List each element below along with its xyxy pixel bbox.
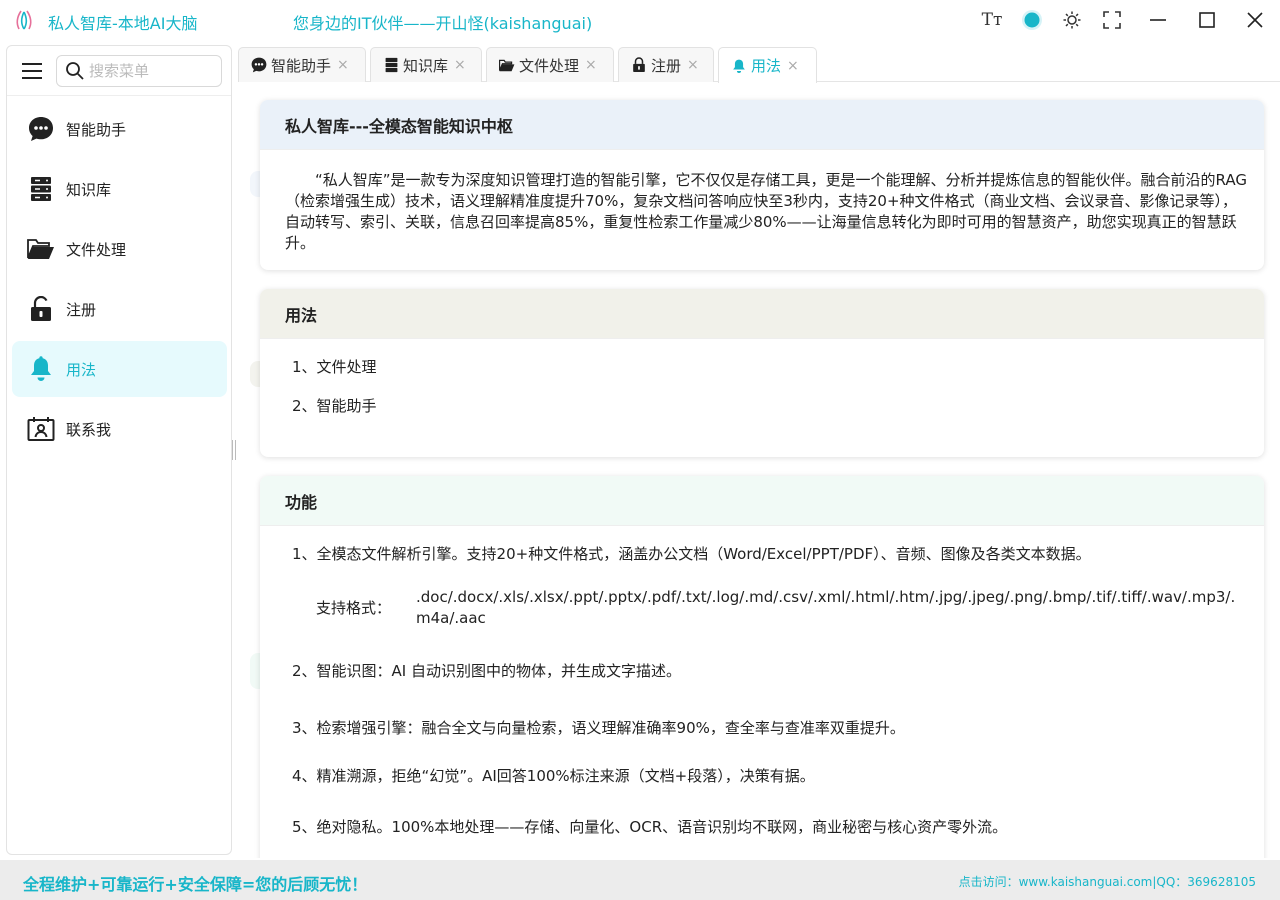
usage-card: 用法 1、文件处理 2、智能助手 — [260, 289, 1264, 457]
app-title: 私人智库-本地AI大脑 — [48, 14, 198, 33]
unlock-icon — [27, 295, 55, 323]
features-card-title: 功能 — [260, 476, 1264, 526]
supported-formats-row: 支持格式： .doc/.docx/.xls/.xlsx/.ppt/.pptx/.… — [292, 587, 1248, 629]
tab-file-processing[interactable]: 文件处理 × — [486, 47, 614, 82]
bell-icon — [731, 58, 747, 74]
tab-close-button[interactable]: × — [687, 57, 699, 73]
tab-usage[interactable]: 用法 × — [718, 47, 817, 83]
lock-icon — [631, 57, 647, 73]
font-size-icon: Tт — [981, 10, 1003, 30]
intro-card: 私人智库---全模态智能知识中枢 “私人智库”是一款专为深度知识管理打造的智能引… — [260, 100, 1264, 270]
minimize-icon — [1150, 19, 1166, 21]
theme-color-icon — [1022, 10, 1042, 30]
fullscreen-icon — [1103, 11, 1121, 29]
theme-color-button[interactable] — [1012, 0, 1052, 40]
server-icon — [27, 175, 55, 203]
sidebar-item-assistant[interactable]: 智能助手 — [12, 101, 227, 157]
main-content: 私人智库---全模态智能知识中枢 “私人智库”是一款专为深度知识管理打造的智能引… — [238, 83, 1280, 858]
maximize-icon — [1199, 12, 1215, 28]
feature-item: 3、检索增强引擎：融合全文与向量检索，语义理解准确率90%，查全率与查准率双重提… — [292, 719, 905, 737]
feature-item: 1、全模态文件解析引擎。支持20+种文件格式，涵盖办公文档（Word/Excel… — [292, 545, 1091, 563]
usage-item: 2、智能助手 — [292, 397, 377, 415]
card-tab-decoration — [250, 361, 260, 387]
tab-close-button[interactable]: × — [337, 57, 349, 73]
sidebar-item-label: 智能助手 — [66, 120, 127, 139]
sidebar-item-contact[interactable]: 联系我 — [12, 401, 227, 457]
menu-toggle-button[interactable] — [21, 60, 43, 82]
feature-item: 5、绝对隐私。100%本地处理——存储、向量化、OCR、语音识别均不联网，商业秘… — [292, 818, 1008, 836]
search-icon — [66, 62, 84, 80]
usage-item: 1、文件处理 — [292, 358, 377, 376]
sidebar-header — [7, 46, 231, 96]
sidebar-item-usage[interactable]: 用法 — [12, 341, 227, 397]
tab-assistant[interactable]: 智能助手 × — [238, 47, 366, 82]
sidebar-resize-handle[interactable] — [232, 440, 236, 460]
window-controls: Tт — [972, 0, 1280, 40]
fullscreen-button[interactable] — [1092, 0, 1132, 40]
tab-close-button[interactable]: × — [787, 58, 799, 74]
sidebar-item-label: 文件处理 — [66, 240, 127, 259]
feature-item: 2、智能识图：AI 自动识别图中的物体，并生成文字描述。 — [292, 662, 681, 680]
tab-knowledge-base[interactable]: 知识库 × — [370, 47, 482, 82]
card-tab-decoration — [250, 171, 260, 197]
footer-contact-link[interactable]: 点击访问：www.kaishanguai.com|QQ：369628105 — [959, 873, 1256, 890]
close-icon — [1247, 12, 1263, 28]
supported-formats-label: 支持格式： — [316, 599, 392, 617]
sidebar-item-file-processing[interactable]: 文件处理 — [12, 221, 227, 277]
intro-card-body: “私人智库”是一款专为深度知识管理打造的智能引擎，它不仅仅是存储工具，更是一个能… — [285, 171, 1247, 252]
app-slogan: 您身边的IT伙伴——开山怪(kaishanguai) — [293, 14, 593, 33]
tab-label: 智能助手 — [271, 56, 332, 75]
usage-card-body: 1、文件处理 2、智能助手 — [260, 357, 1264, 417]
features-card-body: 1、全模态文件解析引擎。支持20+种文件格式，涵盖办公文档（Word/Excel… — [260, 544, 1264, 838]
tab-close-button[interactable]: × — [585, 57, 597, 73]
tab-label: 用法 — [751, 57, 782, 75]
search-box[interactable] — [56, 55, 222, 87]
bell-icon — [27, 355, 55, 383]
sidebar-item-label: 联系我 — [66, 420, 112, 439]
chat-bubble-icon — [27, 115, 55, 143]
tab-label: 知识库 — [403, 56, 449, 75]
usage-card-title: 用法 — [260, 289, 1264, 339]
maximize-button[interactable] — [1184, 0, 1230, 40]
sidebar-item-register[interactable]: 注册 — [12, 281, 227, 337]
tab-register[interactable]: 注册 × — [618, 47, 714, 82]
hamburger-icon — [22, 63, 42, 79]
server-icon — [383, 57, 399, 73]
feature-item: 4、精准溯源，拒绝“幻觉”。AI回答100%标注来源（文档+段落），决策有据。 — [292, 767, 815, 785]
tab-label: 文件处理 — [519, 56, 580, 75]
sidebar-item-knowledge-base[interactable]: 知识库 — [12, 161, 227, 217]
brightness-button[interactable] — [1052, 0, 1092, 40]
sidebar-item-label: 注册 — [66, 300, 97, 319]
search-input[interactable] — [89, 62, 209, 80]
font-size-button[interactable]: Tт — [972, 0, 1012, 40]
app-logo-icon — [12, 8, 36, 32]
supported-formats-value: .doc/.docx/.xls/.xlsx/.ppt/.pptx/.pdf/.t… — [416, 588, 1236, 627]
footer-tagline: 全程维护+可靠运行+安全保障=您的后顾无忧！ — [23, 875, 368, 894]
tab-close-button[interactable]: × — [454, 57, 466, 73]
sun-icon — [1063, 11, 1081, 29]
sidebar: 智能助手 知识库 文件处理 注册 用法 联系我 — [6, 45, 232, 855]
close-window-button[interactable] — [1230, 0, 1280, 40]
sidebar-item-label: 用法 — [66, 360, 97, 379]
contact-card-icon — [27, 415, 55, 443]
folder-open-icon — [27, 235, 55, 263]
chat-bubble-icon — [251, 57, 267, 73]
title-bar: 私人智库-本地AI大脑 您身边的IT伙伴——开山怪(kaishanguai) T… — [0, 0, 1280, 40]
tab-label: 注册 — [651, 56, 682, 75]
tab-bar: 智能助手 × 知识库 × 文件处理 × 注册 × 用法 × — [238, 47, 1280, 83]
minimize-button[interactable] — [1132, 0, 1184, 40]
intro-card-title: 私人智库---全模态智能知识中枢 — [260, 100, 1264, 150]
footer: 全程维护+可靠运行+安全保障=您的后顾无忧！ 点击访问：www.kaishang… — [0, 860, 1280, 900]
features-card: 功能 1、全模态文件解析引擎。支持20+种文件格式，涵盖办公文档（Word/Ex… — [260, 476, 1264, 858]
folder-open-icon — [499, 57, 515, 73]
card-tab-decoration — [250, 653, 260, 689]
sidebar-item-label: 知识库 — [66, 180, 112, 199]
